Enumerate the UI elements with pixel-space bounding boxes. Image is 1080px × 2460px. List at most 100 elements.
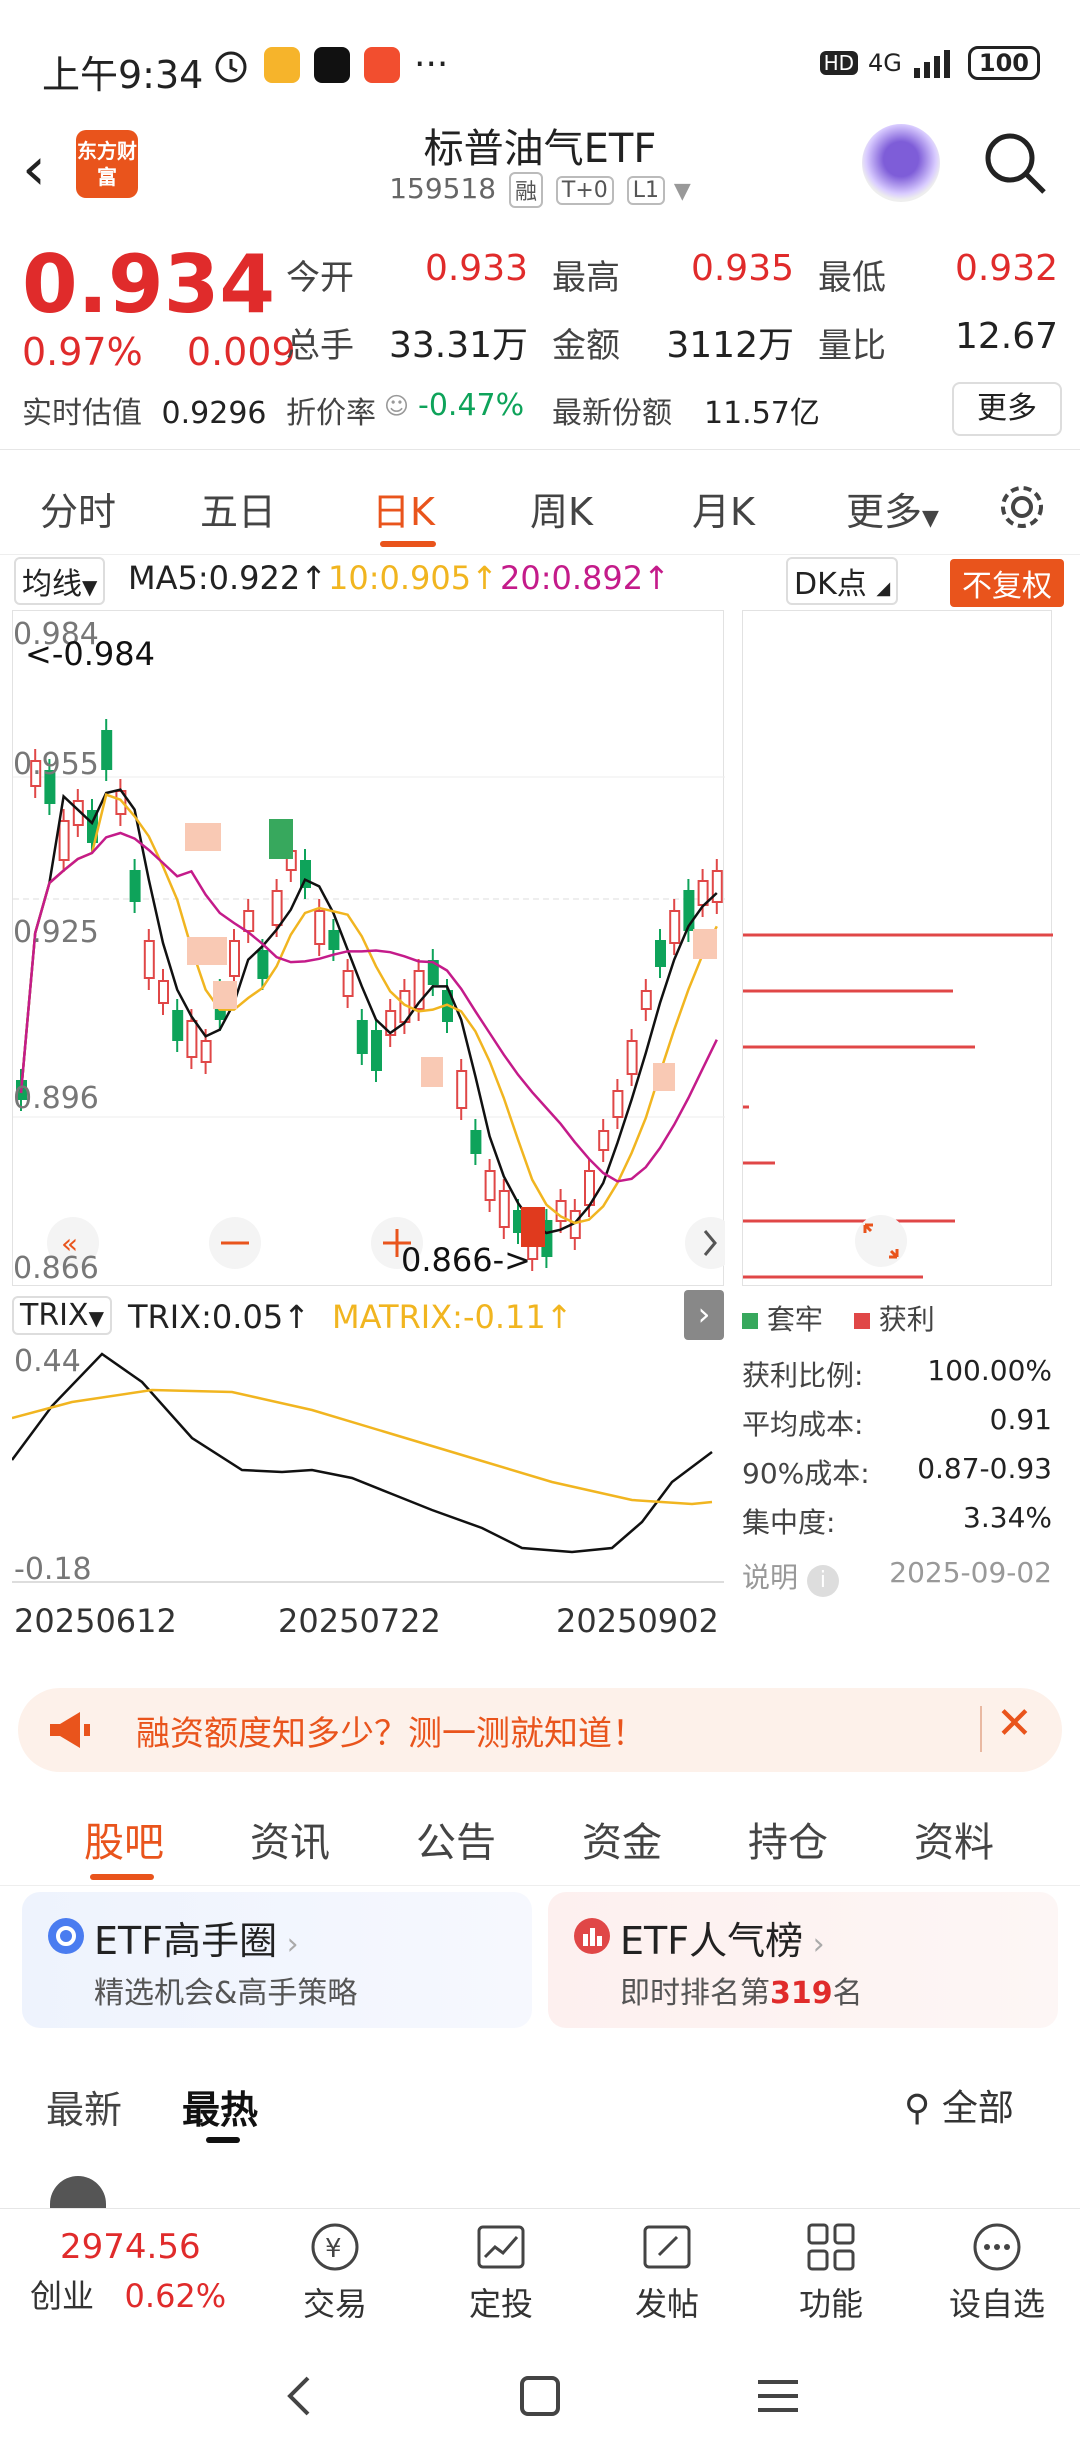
corner-arrow-icon: ◢ [876,578,891,599]
rank-prefix: 即时排名第 [620,1976,770,2011]
close-icon[interactable]: ✕ [996,1698,1033,1749]
tab-profile[interactable]: 资料 [914,1810,994,1868]
dk-point-button[interactable]: DK点 ◢ [786,557,899,605]
tab-more[interactable]: 更多▼ [846,481,939,536]
ma20-line [19,831,718,1183]
trix-top-label: 0.44 [14,1344,81,1379]
volume-ratio-label: 量比 [818,326,886,366]
settings-gear-icon[interactable] [996,481,1048,533]
tab-funds[interactable]: 资金 [582,1810,662,1868]
ma10-value: 10:0.905↑ [328,559,498,597]
indicator-next-button[interactable]: › [684,1290,724,1340]
etf-expert-card[interactable]: ETF高手圈 › 精选机会&高手策略 [22,1892,532,2028]
status-right: HD 4G 100 [819,46,1040,80]
no-adjust-button[interactable]: 不复权 [950,559,1064,607]
chip-distribution[interactable] [742,610,1053,1286]
candle-body [470,1130,482,1154]
candle-body [371,1030,382,1071]
date-mid: 20250722 [278,1602,441,1640]
chip-legend: 套牢 获利 [742,1298,1052,1338]
assistant-avatar[interactable] [862,124,940,202]
trix-chart[interactable]: 0.44 -0.18 [10,1342,724,1592]
matrix-value: MATRIX:-0.11↑ [332,1298,573,1336]
open-label: 今开 [286,258,354,298]
set-watchlist-button[interactable]: 设自选 [942,2219,1052,2325]
hd-icon: HD [819,51,859,75]
signal-markers [185,819,717,1247]
invest-chart-icon [477,2225,525,2269]
caret-down-icon: ▼ [88,1306,104,1330]
sort-latest[interactable]: 最新 [46,2079,122,2134]
candle-body [655,940,666,967]
candle-body [101,730,113,770]
estimate-row: 实时估值 0.9296 折价率 ☺ -0.47% 最新份额 11.57亿 [22,388,1080,432]
y-tick-5: 0.866 [13,1251,99,1286]
banner-divider [980,1706,982,1752]
amount-label: 金额 [552,326,620,366]
tab-five-day[interactable]: 五日 [200,481,276,536]
index-name: 创业 [30,2277,95,2315]
info-icon[interactable]: i [806,1565,839,1597]
tab-monthly-k[interactable]: 月K [692,481,755,536]
stat-value: 3.34% [963,1501,1052,1534]
info-icon[interactable]: ☺ [384,392,409,420]
stat-value: 0.91 [989,1403,1052,1436]
feature-cards: ETF高手圈 › 精选机会&高手策略 ETF人气榜 › 即时排名第319名 [0,1892,1080,2032]
post-avatar-partial [50,2176,106,2208]
amount-value: 3112万 [666,325,794,366]
promo-banner[interactable]: 融资额度知多少？测一测就知道！ ✕ [18,1688,1062,1772]
more-button[interactable]: 更多 [952,382,1062,436]
filter-button[interactable]: ⚲ 全部 [904,2079,1014,2131]
header: ‹ 东方财富 标普油气ETF 159518 融 T+0 L1 ▼ [0,110,1080,220]
candle-body [58,820,70,861]
ma5-value: MA5:0.922↑ [128,559,328,597]
stock-code: 159518 [389,172,497,205]
l1-tag[interactable]: L1 [626,175,665,205]
sort-hot[interactable]: 最热 [182,2079,258,2134]
banner-text: 融资额度知多少？测一测就知道！ [136,1714,646,1754]
candle-body [669,910,681,944]
etf-ranking-card[interactable]: ETF人气榜 › 即时排名第319名 [548,1892,1058,2028]
high-marker: <-0.984 [25,635,155,673]
kline-svg: « [13,719,725,1271]
explain-link[interactable]: 说明 [742,1561,798,1594]
kline-chart[interactable]: « 0.984 <-0.984 0.955 0.925 0.896 0.866 … [12,610,725,1286]
trix-row: TRIX▼ TRIX:0.05↑ MATRIX:-0.11↑ › [12,1290,724,1342]
candle-body [257,950,269,979]
tab-intraday[interactable]: 分时 [40,481,116,536]
auto-invest-button[interactable]: 定投 [446,2219,556,2325]
trade-button[interactable]: ¥ 交易 [280,2219,390,2325]
nav-back-icon[interactable] [280,2374,320,2418]
date-start: 20250612 [14,1602,177,1640]
candle-body [158,980,169,1004]
tab-weekly-k[interactable]: 周K [530,481,593,536]
caret-down-icon: ▼ [922,506,939,531]
index-widget[interactable]: 2974.56 创业 0.62% [30,2227,260,2317]
post-button[interactable]: 发帖 [612,2219,722,2325]
candle-body [229,940,240,977]
functions-button[interactable]: 功能 [776,2219,886,2325]
indicator-selector[interactable]: TRIX▼ [12,1296,112,1335]
search-icon[interactable] [980,128,1050,198]
nav-menu-icon[interactable] [756,2376,800,2416]
y-tick-4: 0.896 [13,1081,99,1116]
candle-body [484,1170,496,1201]
candle-body [356,1020,368,1054]
chevron-down-icon[interactable]: ▼ [674,179,691,204]
tab-announcements[interactable]: 公告 [416,1810,496,1868]
tab-forum[interactable]: 股吧 [84,1810,164,1868]
svg-text:¥: ¥ [325,2234,342,2264]
index-row: 创业 0.62% [30,2271,260,2317]
open-value: 0.933 [424,248,528,289]
card-subtitle: 即时排名第319名 [620,1968,863,2012]
tab-daily-k[interactable]: 日K [372,481,435,536]
more-notifications: ··· [414,44,449,85]
nav-home-icon[interactable] [518,2374,562,2418]
ma-selector[interactable]: 均线▼ [14,557,106,605]
tab-news[interactable]: 资讯 [250,1810,330,1868]
yuan-icon: ¥ [311,2223,359,2271]
candle-body [200,1040,212,1063]
more-circle-icon [973,2223,1021,2271]
tab-holdings[interactable]: 持仓 [748,1810,828,1868]
high-label: 最高 [552,258,620,298]
